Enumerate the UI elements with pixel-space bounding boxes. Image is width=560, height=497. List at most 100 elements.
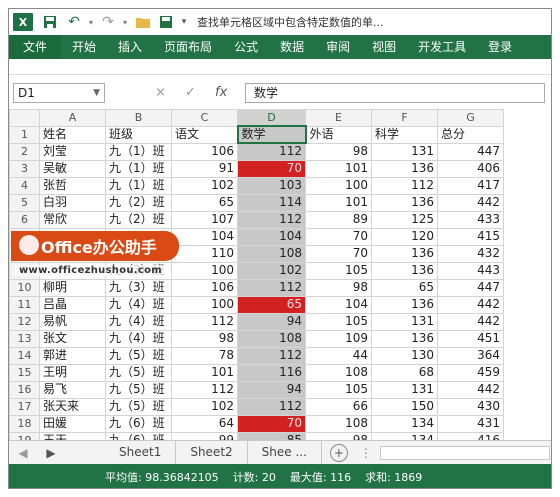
cell-f[interactable]: 150	[371, 397, 438, 416]
cell-c[interactable]: 91	[171, 159, 238, 178]
column-header-e[interactable]: E	[305, 109, 372, 127]
cell-e[interactable]: 101	[305, 193, 372, 212]
cell-d[interactable]: 70	[237, 159, 306, 178]
column-header-a[interactable]: A	[39, 109, 106, 127]
cell-d[interactable]: 65	[237, 295, 306, 314]
row-header[interactable]: 15	[9, 363, 40, 382]
cell-g[interactable]: 430	[437, 397, 504, 416]
tab-insert[interactable]: 插入	[107, 35, 153, 59]
tab-split-icon[interactable]: ⋮	[360, 446, 372, 460]
enter-icon[interactable]: ✓	[185, 85, 196, 100]
cell-c[interactable]: 102	[171, 397, 238, 416]
sign-in-link[interactable]: 登录	[477, 35, 523, 59]
row-header[interactable]: 18	[9, 414, 40, 433]
cell-c[interactable]: 106	[171, 142, 238, 161]
cell-e[interactable]: 70	[305, 227, 372, 246]
cell-b[interactable]: 九（5）班	[105, 380, 172, 399]
cell-f[interactable]: 136	[371, 329, 438, 348]
cell-e[interactable]: 104	[305, 295, 372, 314]
row-header[interactable]: 14	[9, 346, 40, 365]
cell-b[interactable]: 九（4）班	[105, 295, 172, 314]
cell-b[interactable]: 九（4）班	[105, 312, 172, 331]
cell-b[interactable]: 九（5）班	[105, 363, 172, 382]
cell-f[interactable]: 136	[371, 193, 438, 212]
cell-g[interactable]: 364	[437, 346, 504, 365]
cell-g[interactable]: 432	[437, 244, 504, 263]
cell-e[interactable]: 66	[305, 397, 372, 416]
cell-a[interactable]: 张哲	[39, 176, 106, 195]
cell-g[interactable]: 442	[437, 380, 504, 399]
cell-g[interactable]: 433	[437, 210, 504, 229]
cell-d[interactable]: 112	[237, 346, 306, 365]
scroll-right-icon[interactable]: ▶	[37, 446, 65, 460]
cell-d[interactable]: 112	[237, 397, 306, 416]
column-header-g[interactable]: G	[437, 109, 504, 127]
cell-a[interactable]: 易飞	[39, 380, 106, 399]
cell-d[interactable]: 104	[237, 227, 306, 246]
cell-g[interactable]: 417	[437, 176, 504, 195]
cell-f[interactable]: 134	[371, 414, 438, 433]
cell-d[interactable]: 114	[237, 193, 306, 212]
cell-a[interactable]: 吕晶	[39, 295, 106, 314]
redo-dropdown-icon[interactable]: ▾	[119, 11, 131, 33]
row-header[interactable]: 3	[9, 159, 40, 178]
cell-g[interactable]: 总分	[437, 125, 504, 144]
cell-c[interactable]: 语文	[171, 125, 238, 144]
column-header-f[interactable]: F	[371, 109, 438, 127]
cell-a[interactable]: 王明	[39, 363, 106, 382]
cell-e[interactable]: 105	[305, 380, 372, 399]
cell-a[interactable]: 田媛	[39, 414, 106, 433]
cell-a[interactable]: 常欣	[39, 210, 106, 229]
scroll-left-icon[interactable]: ◀	[9, 446, 37, 460]
name-box-dropdown-icon[interactable]: ▼	[93, 84, 100, 102]
tab-developer[interactable]: 开发工具	[407, 35, 477, 59]
cell-f[interactable]: 136	[371, 159, 438, 178]
cell-c[interactable]: 104	[171, 227, 238, 246]
cell-b[interactable]: 九（5）班	[105, 397, 172, 416]
cell-b[interactable]: 九（6）班	[105, 414, 172, 433]
cell-a[interactable]: 吴敏	[39, 159, 106, 178]
redo-icon[interactable]: ↷	[97, 11, 119, 33]
cell-f[interactable]: 131	[371, 142, 438, 161]
cell-d[interactable]: 112	[237, 278, 306, 297]
cell-f[interactable]: 120	[371, 227, 438, 246]
new-sheet-icon[interactable]: +	[329, 443, 348, 462]
cell-a[interactable]: 张文	[39, 329, 106, 348]
tab-formulas[interactable]: 公式	[223, 35, 269, 59]
cell-c[interactable]: 110	[171, 244, 238, 263]
row-header[interactable]: 4	[9, 176, 40, 195]
cell-c[interactable]: 65	[171, 193, 238, 212]
cell-a[interactable]: 柳明	[39, 278, 106, 297]
insert-function-icon[interactable]: fx	[215, 85, 227, 100]
cell-e[interactable]: 100	[305, 176, 372, 195]
sheet-tab-3[interactable]: Shee ...	[248, 440, 322, 465]
name-box[interactable]: D1 ▼	[13, 83, 105, 103]
cell-g[interactable]: 447	[437, 142, 504, 161]
cell-d[interactable]: 102	[237, 261, 306, 280]
cell-d[interactable]: 116	[237, 363, 306, 382]
cell-f[interactable]: 科学	[371, 125, 438, 144]
cell-c[interactable]: 102	[171, 176, 238, 195]
cell-g[interactable]: 443	[437, 261, 504, 280]
cell-e[interactable]: 109	[305, 329, 372, 348]
cell-g[interactable]: 442	[437, 193, 504, 212]
cell-c[interactable]: 64	[171, 414, 238, 433]
cell-d[interactable]: 数学	[236, 125, 307, 144]
cell-f[interactable]: 131	[371, 380, 438, 399]
cell-d[interactable]: 103	[237, 176, 306, 195]
cell-c[interactable]: 78	[171, 346, 238, 365]
cell-d[interactable]: 94	[237, 312, 306, 331]
sheet-tab-2[interactable]: Sheet2	[176, 440, 248, 465]
cell-b[interactable]: 九（2）班	[105, 210, 172, 229]
cell-c[interactable]: 100	[171, 261, 238, 280]
row-header[interactable]: 17	[9, 397, 40, 416]
cell-b[interactable]: 九（2）班	[105, 193, 172, 212]
cell-b[interactable]: 班级	[105, 125, 172, 144]
sheet-tab-1[interactable]: Sheet1	[105, 440, 177, 465]
cell-a[interactable]: 姓名	[39, 125, 106, 144]
row-header[interactable]: 16	[9, 380, 40, 399]
cell-b[interactable]: 九（5）班	[105, 346, 172, 365]
cell-g[interactable]: 415	[437, 227, 504, 246]
cell-f[interactable]: 136	[371, 295, 438, 314]
cell-b[interactable]: 九（4）班	[105, 329, 172, 348]
